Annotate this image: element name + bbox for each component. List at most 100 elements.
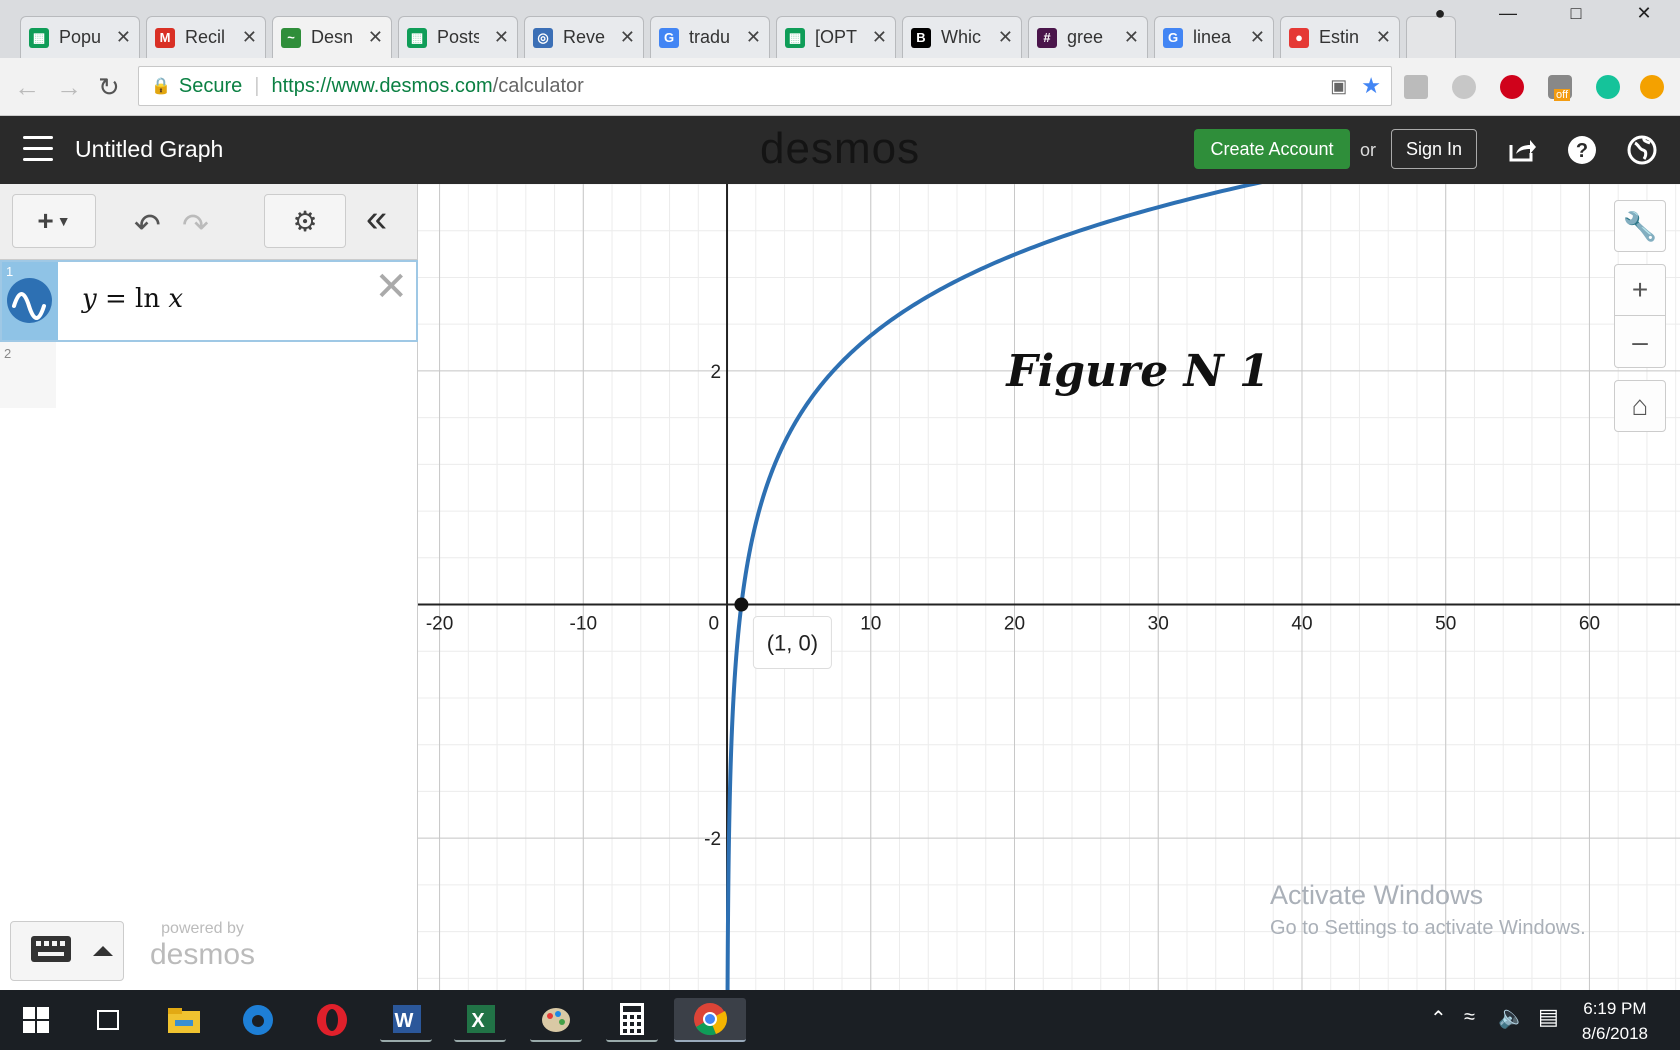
tab-title: Reve <box>563 27 605 47</box>
tab-close-icon[interactable]: ✕ <box>1124 27 1139 48</box>
browser-tab[interactable]: ▦ [OPT ✕ <box>776 16 896 58</box>
minimize-button[interactable]: — <box>1478 0 1538 26</box>
extension-off-badge: off <box>1554 89 1571 101</box>
tab-close-icon[interactable]: ✕ <box>1376 27 1391 48</box>
url-prefix: https://www.desmos.com <box>271 74 493 97</box>
or-label: or <box>1360 140 1377 160</box>
delete-expression-icon[interactable]: ✕ <box>374 264 408 310</box>
tab-close-icon[interactable]: ✕ <box>620 27 635 48</box>
svg-text:X: X <box>471 1010 485 1032</box>
gear-icon: ⚙ <box>292 205 318 237</box>
paint-icon[interactable] <box>530 998 582 1042</box>
chrome-icon[interactable] <box>674 998 746 1042</box>
redo-icon[interactable]: ↷ <box>182 206 209 244</box>
translate-icon[interactable]: ▣ <box>1330 76 1347 97</box>
address-divider: | <box>254 74 260 97</box>
windows-start-icon[interactable] <box>10 998 62 1042</box>
reload-icon[interactable]: ↻ <box>98 72 120 103</box>
x-tick-label: 20 <box>1004 614 1025 635</box>
adobe-extension-icon[interactable] <box>1500 75 1524 99</box>
system-clock[interactable]: 6:19 PM 8/6/2018 <box>1582 996 1648 1046</box>
upload-extension-icon[interactable] <box>1640 75 1664 99</box>
bookmark-star-icon[interactable]: ★ <box>1361 73 1381 99</box>
x-tick-label: 40 <box>1291 614 1312 635</box>
tab-title: Estin <box>1319 27 1360 47</box>
back-button[interactable]: ← <box>14 72 40 103</box>
tab-close-icon[interactable]: ✕ <box>368 27 383 48</box>
excel-icon[interactable]: X <box>454 998 506 1042</box>
graph-controls: 🔧 + – ⌂ <box>1614 200 1666 432</box>
graph-canvas[interactable]: -20 -10 0 10 20 30 40 50 60 -2 2 (1, 0) Figure N 1 <box>418 184 1680 990</box>
address-bar[interactable]: 🔒 Secure | https://www.desmos.com /calcu… <box>138 66 1392 106</box>
globe-icon[interactable] <box>1626 134 1658 166</box>
point-marker[interactable] <box>734 597 749 612</box>
browser-tab-strip: ▦ Popu ✕ M Recil ✕ ~ Desn ✕ ▦ Posts ✕ ◎ Reve ✕ Gtradu ✕ ▦… <box>0 0 1680 58</box>
volume-icon[interactable]: 🔈 <box>1498 1004 1525 1030</box>
browser-tab[interactable]: # gree ✕ <box>1028 16 1148 58</box>
create-account-button[interactable]: Create Account <box>1194 129 1350 169</box>
browser-tab[interactable]: B Whic ✕ <box>902 16 1022 58</box>
extension-circle-icon[interactable] <box>1452 75 1476 99</box>
sign-in-button[interactable]: Sign In <box>1391 129 1477 169</box>
browser-tab[interactable]: Gtradu ✕ <box>650 16 770 58</box>
forward-button[interactable]: → <box>56 72 82 103</box>
browser-tab[interactable]: ◎ Reve ✕ <box>524 16 644 58</box>
tab-close-icon[interactable]: ✕ <box>242 27 257 48</box>
menu-hamburger-icon[interactable] <box>23 136 53 162</box>
browser-tab[interactable]: M Recil ✕ <box>146 16 266 58</box>
zoom-in-button[interactable]: + <box>1614 264 1666 316</box>
pdf-extension-icon[interactable] <box>1404 75 1428 99</box>
keypad-toggle-button[interactable] <box>10 921 124 981</box>
collapse-panel-icon[interactable]: « <box>366 198 387 241</box>
wifi-icon[interactable]: ≈ <box>1464 1006 1475 1029</box>
browser-tab[interactable]: ● Estin ✕ <box>1280 16 1400 58</box>
expression-index: 2 <box>4 346 12 361</box>
wrench-icon[interactable]: 🔧 <box>1614 200 1666 252</box>
tab-title: Desn <box>311 27 353 47</box>
settings-button[interactable]: ⚙ <box>264 194 346 248</box>
close-window-button[interactable]: ✕ <box>1614 0 1674 26</box>
powered-by-brand: desmos <box>150 938 256 971</box>
tab-close-icon[interactable]: ✕ <box>872 27 887 48</box>
tab-close-icon[interactable]: ✕ <box>746 27 761 48</box>
calculator-icon[interactable] <box>606 998 658 1042</box>
tab-favicon-icon: G <box>659 27 679 48</box>
add-item-button[interactable]: + ▼ <box>12 194 96 248</box>
undo-icon[interactable]: ↶ <box>134 206 161 244</box>
expression-input[interactable]: y = ln x <box>82 284 183 314</box>
help-icon[interactable]: ? <box>1566 134 1598 166</box>
tray-chevron-icon[interactable]: ⌃ <box>1430 1006 1447 1031</box>
zoom-out-button[interactable]: – <box>1614 316 1666 368</box>
browser-tab[interactable]: Glinea ✕ <box>1154 16 1274 58</box>
browser-tab[interactable]: ▦ Posts ✕ <box>398 16 518 58</box>
tab-close-icon[interactable]: ✕ <box>116 27 131 48</box>
watermark-title: Activate Windows <box>1270 880 1484 910</box>
tab-close-icon[interactable]: ✕ <box>1250 27 1265 48</box>
file-explorer-icon[interactable] <box>158 998 210 1042</box>
task-view-icon[interactable] <box>82 998 134 1042</box>
tab-title: Posts <box>437 27 479 47</box>
browser-tab[interactable]: ~ Desn ✕ <box>272 16 392 58</box>
empty-expression-row[interactable]: 2 <box>0 342 56 408</box>
edge-icon[interactable] <box>232 998 284 1042</box>
grammarly-icon[interactable] <box>1596 75 1620 99</box>
browser-tab[interactable]: ▦ Popu ✕ <box>20 16 140 58</box>
cat-extension-icon[interactable]: off <box>1548 75 1572 101</box>
tab-close-icon[interactable]: ✕ <box>998 27 1013 48</box>
word-icon[interactable]: W <box>380 998 432 1042</box>
profile-icon[interactable]: ● <box>1410 0 1470 26</box>
tab-favicon-icon: ◎ <box>533 27 553 48</box>
opera-icon[interactable] <box>306 998 358 1042</box>
home-icon[interactable]: ⌂ <box>1614 380 1666 432</box>
maximize-button[interactable]: □ <box>1546 0 1606 26</box>
expression-row[interactable]: 1 y = ln x ✕ <box>0 260 418 342</box>
share-icon[interactable] <box>1506 134 1538 166</box>
watermark-subtitle: Go to Settings to activate Windows. <box>1270 917 1586 939</box>
notification-icon[interactable]: ▤ <box>1538 1004 1559 1030</box>
graph-paper[interactable]: -20 -10 0 10 20 30 40 50 60 -2 2 (1, 0) Figure N 1 🔧… <box>418 184 1680 990</box>
browser-toolbar: ← → ↻ 🔒 Secure | https://www.desmos.com … <box>0 58 1680 116</box>
graph-toggle-icon[interactable] <box>7 278 52 323</box>
tab-close-icon[interactable]: ✕ <box>494 27 509 48</box>
graph-title[interactable]: Untitled Graph <box>75 136 223 163</box>
tab-favicon-icon: ● <box>1289 27 1309 48</box>
